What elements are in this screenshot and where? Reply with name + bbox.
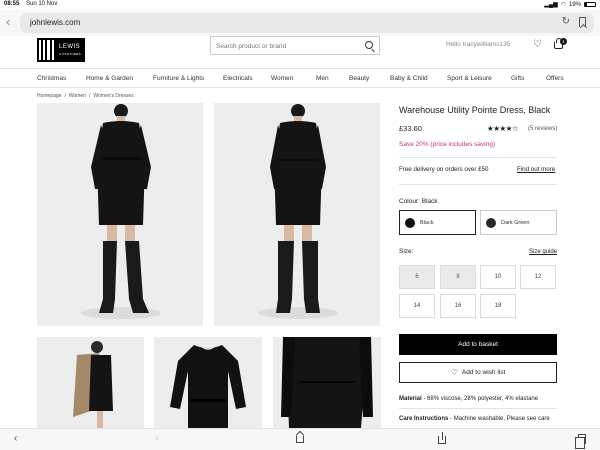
saving-text: Save 20% (price includes saving) <box>399 141 496 148</box>
nav-home-garden[interactable]: Home & Garden <box>86 75 133 82</box>
browser-back-icon[interactable]: ‹ <box>6 14 10 29</box>
status-bar: 08:55 Sun 10 Nov ▂▄▆ ◠ 19% <box>0 0 600 10</box>
search-icon[interactable] <box>365 41 373 49</box>
colour-label: Colour: Black <box>399 198 438 205</box>
product-price: £33.60 <box>399 124 422 133</box>
browser-bar: ‹ johnlewis.com ↻ <box>0 10 600 36</box>
address-bar[interactable]: johnlewis.com ↻ <box>20 13 594 33</box>
thumb-dress-flat <box>170 344 246 428</box>
bookmark-icon[interactable] <box>579 17 586 27</box>
size-label: Size: <box>399 248 414 255</box>
colour-option-dark-green[interactable]: Dark Green <box>480 210 557 235</box>
model-front-figure <box>81 104 161 319</box>
account-greeting[interactable]: Hello tracywilliams135 <box>446 41 510 48</box>
logo-bars <box>39 40 57 60</box>
share-icon[interactable] <box>438 432 446 444</box>
material-label: Material <box>399 396 422 402</box>
size-option-14[interactable]: 14 <box>399 294 435 318</box>
add-to-wishlist-button[interactable]: ♡ Add to wish list <box>399 362 557 383</box>
home-icon[interactable] <box>296 436 304 443</box>
wifi-icon: ◠ <box>560 2 566 8</box>
care-info: Care Instructions - Machine washable, Pl… <box>399 416 550 422</box>
basket-count-badge: 1 <box>560 38 567 45</box>
product-image-back[interactable] <box>214 103 380 326</box>
material-text: - 68% viscose, 28% polyester, 4% elastan… <box>421 396 539 402</box>
breadcrumb: Homepage / Women / Women's Dresses <box>37 93 134 99</box>
status-date: Sun 10 Nov <box>26 1 58 7</box>
nav-sport-leisure[interactable]: Sport & Leisure <box>447 75 492 82</box>
product-image-front[interactable] <box>37 103 203 326</box>
reviews-link[interactable]: (5 reviews) <box>528 126 557 132</box>
main-nav: Christmas Home & Garden Furniture & Ligh… <box>0 68 600 88</box>
nav-electricals[interactable]: Electricals <box>223 75 253 82</box>
material-info: Material - 68% viscose, 28% polyester, 4… <box>399 396 538 402</box>
breadcrumb-homepage[interactable]: Homepage <box>37 93 61 99</box>
search-input[interactable] <box>216 40 356 52</box>
product-thumbnail-2[interactable] <box>154 337 262 428</box>
status-time: 08:55 <box>4 1 20 7</box>
size-guide-link[interactable]: Size guide <box>529 249 557 255</box>
heart-icon: ♡ <box>450 368 458 377</box>
delivery-info: Free delivery on orders over £50 <box>399 166 489 173</box>
toolbar-back-icon[interactable]: ‹ <box>14 433 17 444</box>
care-text: - Machine washable, Please see care <box>448 416 550 422</box>
nav-beauty[interactable]: Beauty <box>349 75 369 82</box>
colour-option-label: Black <box>420 220 434 226</box>
product-title: Warehouse Utility Pointe Dress, Black <box>399 105 551 115</box>
nav-gifts[interactable]: Gifts <box>511 75 524 82</box>
reload-icon[interactable]: ↻ <box>562 16 570 27</box>
add-to-basket-button[interactable]: Add to basket <box>399 334 557 355</box>
thumb-dress-detail <box>281 337 373 428</box>
thumb-coat-figure <box>73 341 113 428</box>
battery-icon <box>584 2 596 7</box>
size-option-16[interactable]: 16 <box>440 294 476 318</box>
size-option-8[interactable]: 8 <box>440 265 476 289</box>
john-lewis-logo[interactable]: LEWIS & PARTNERS <box>37 38 85 62</box>
size-option-12[interactable]: 12 <box>520 265 556 289</box>
wishlist-label: Add to wish list <box>461 369 506 376</box>
model-back-figure <box>258 104 338 319</box>
divider <box>399 157 557 158</box>
nav-furniture-lights[interactable]: Furniture & Lights <box>153 75 204 82</box>
colour-option-label: Dark Green <box>501 220 530 226</box>
url-text: johnlewis.com <box>30 18 81 27</box>
battery-percent: 19% <box>568 1 581 8</box>
colour-option-black[interactable]: Black <box>399 210 476 235</box>
size-option-10[interactable]: 10 <box>480 265 516 289</box>
rating-stars[interactable]: ★★★★☆ <box>487 124 519 133</box>
breadcrumb-womens-dresses[interactable]: Women's Dresses <box>93 93 133 99</box>
product-thumbnail-1[interactable] <box>37 337 144 428</box>
care-label: Care Instructions <box>399 416 449 422</box>
product-thumbnail-3[interactable] <box>273 337 381 428</box>
colour-value: Black <box>421 198 438 205</box>
divider <box>399 408 557 409</box>
divider <box>399 184 557 185</box>
tabs-icon[interactable] <box>575 434 586 449</box>
nav-christmas[interactable]: Christmas <box>37 75 66 82</box>
nav-women[interactable]: Women <box>271 75 293 82</box>
search-box[interactable] <box>210 36 380 55</box>
wishlist-heart-icon[interactable]: ♡ <box>533 40 542 50</box>
nav-baby-child[interactable]: Baby & Child <box>390 75 428 82</box>
logo-subtext: & PARTNERS <box>59 52 81 56</box>
toolbar-forward-icon[interactable]: › <box>155 433 158 444</box>
colour-label-text: Colour: <box>399 198 420 205</box>
find-out-more-link[interactable]: Find out more <box>517 166 555 173</box>
size-option-6[interactable]: 6 <box>399 265 435 289</box>
colour-dot-black <box>405 218 415 228</box>
breadcrumb-women[interactable]: Women <box>69 93 86 99</box>
browser-toolbar: ‹ › <box>0 428 600 450</box>
colour-dot-dark-green <box>486 218 496 228</box>
nav-men[interactable]: Men <box>316 75 329 82</box>
signal-icon: ▂▄▆ <box>544 2 558 8</box>
nav-offers[interactable]: Offers <box>546 75 564 82</box>
logo-text: LEWIS <box>59 44 81 50</box>
size-option-18[interactable]: 18 <box>480 294 516 318</box>
